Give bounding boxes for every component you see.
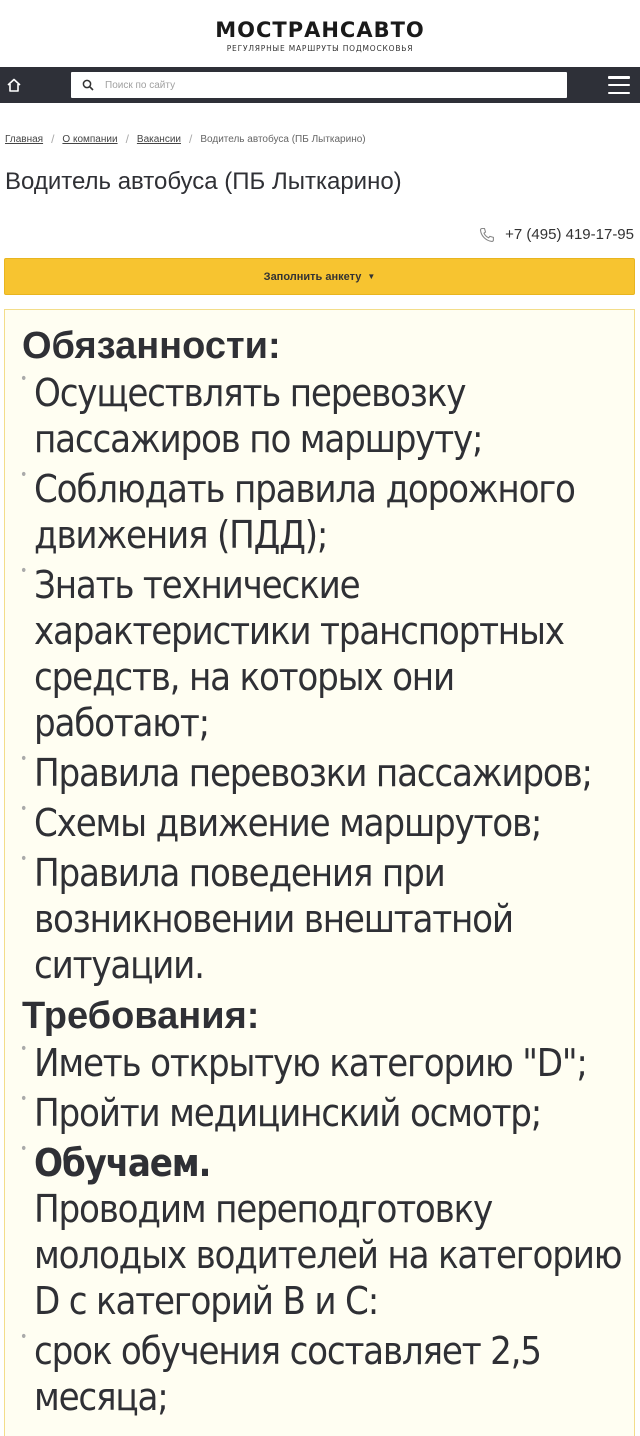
phone-contact[interactable]: +7 (495) 419-17-95	[479, 226, 634, 243]
top-navbar	[0, 67, 640, 103]
caret-down-icon: ▼	[367, 272, 376, 281]
hamburger-line	[608, 91, 630, 94]
list-item: Схемы движение маршрутов;	[20, 786, 634, 846]
breadcrumb-vacancies-link[interactable]: Вакансии	[137, 134, 181, 145]
fill-form-button[interactable]: Заполнить анкету ▼	[4, 258, 635, 295]
breadcrumb: Главная / О компании / Вакансии / Водите…	[5, 132, 366, 146]
search-input[interactable]	[105, 79, 545, 91]
breadcrumb-about-link[interactable]: О компании	[62, 134, 117, 145]
duties-heading: Обязанности:	[22, 325, 281, 367]
page-title: Водитель автобуса (ПБ Лыткарино)	[5, 168, 402, 195]
phone-number: +7 (495) 419-17-95	[505, 226, 634, 243]
fill-form-label: Заполнить анкету	[263, 270, 362, 283]
vacancy-description: Обязанности: Осуществлять перевозку пасс…	[4, 309, 635, 1436]
list-item: Знать технические характеристики транспо…	[20, 548, 634, 746]
search-box[interactable]	[71, 72, 567, 98]
list-item: Правила перевозки пассажиров;	[20, 736, 634, 796]
training-item: Обучаем. Проводим переподготовку молодых…	[20, 1126, 634, 1324]
search-icon[interactable]	[71, 79, 105, 91]
hamburger-line	[608, 76, 630, 79]
breadcrumb-separator: /	[189, 132, 193, 146]
list-item: срок обучения составляет 2,5 месяца;	[20, 1314, 634, 1420]
list-item: Пройти медицинский осмотр;	[20, 1076, 634, 1136]
breadcrumb-separator: /	[51, 132, 55, 146]
home-button[interactable]	[0, 67, 28, 103]
breadcrumb-separator: /	[125, 132, 129, 146]
logo-text: МОСТРАНСАВТО	[215, 17, 425, 42]
list-item: Правила поведения при возникновении внеш…	[20, 836, 634, 988]
list-item: Осуществлять перевозку пассажиров по мар…	[20, 356, 634, 462]
home-icon	[7, 78, 21, 92]
logo-tagline: РЕГУЛЯРНЫЕ МАРШРУТЫ ПОДМОСКОВЬЯ	[226, 43, 414, 53]
hamburger-line	[608, 83, 630, 87]
training-text: Проводим переподготовку молодых водителе…	[34, 1187, 622, 1323]
list-item: Иметь открытую категорию "D";	[20, 1026, 634, 1086]
breadcrumb-home-link[interactable]: Главная	[5, 134, 43, 145]
logo[interactable]: МОСТРАНСАВТО РЕГУЛЯРНЫЕ МАРШРУТЫ ПОДМОСК…	[0, 0, 640, 67]
site-header: МОСТРАНСАВТО РЕГУЛЯРНЫЕ МАРШРУТЫ ПОДМОСК…	[0, 0, 640, 103]
breadcrumb-current: Водитель автобуса (ПБ Лыткарино)	[200, 133, 366, 145]
phone-icon	[479, 227, 495, 243]
hamburger-menu-button[interactable]	[608, 75, 630, 95]
requirements-heading: Требования:	[22, 995, 260, 1037]
training-title: Обучаем.	[34, 1141, 211, 1185]
list-item: Соблюдать правила дорожного движения (ПД…	[20, 452, 634, 558]
